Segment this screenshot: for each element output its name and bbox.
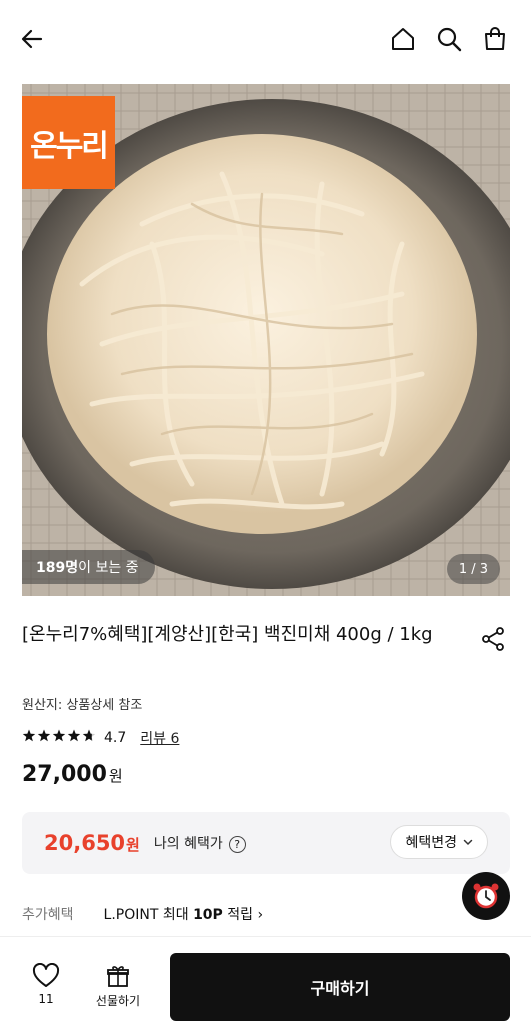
reviews-link[interactable]: 리뷰 6 — [140, 728, 179, 748]
share-icon — [482, 627, 504, 651]
cart-button[interactable] — [481, 25, 509, 53]
search-button[interactable] — [435, 25, 463, 53]
star-fill-icon — [67, 729, 81, 742]
benefit-box: 20,650원 나의 혜택가? 혜택변경 — [22, 812, 510, 874]
price-unit: 원 — [108, 767, 123, 785]
like-button[interactable]: 11 — [28, 962, 64, 1006]
viewers-badge: 189명 이 보는 중 — [22, 550, 155, 584]
heart-icon — [32, 962, 60, 987]
onnuri-logo: 온누리 — [22, 96, 115, 189]
extra-benefit-value: L.POINT 최대 10P 적립 › — [104, 904, 264, 924]
image-pager: 1 / 3 — [446, 554, 500, 584]
benefit-change-label: 혜택변경 — [405, 835, 457, 851]
chevron-right-icon: › — [257, 907, 264, 923]
star-fill-icon — [52, 729, 66, 742]
rating-row: 4.7 리뷰 6 — [22, 728, 179, 748]
benefit-change-button[interactable]: 혜택변경 — [390, 825, 488, 859]
star-fill-icon — [37, 729, 51, 742]
viewers-count: 189명 — [36, 560, 79, 576]
viewers-suffix: 이 보는 중 — [78, 560, 139, 576]
arrow-left-icon — [21, 29, 43, 49]
origin-info: 원산지: 상품상세 참조 — [22, 698, 143, 713]
product-title: [온누리7%혜택][계양산][한국] 백진미채 400g / 1kg — [22, 624, 433, 645]
home-icon — [392, 28, 414, 50]
product-image-carousel[interactable]: 온누리 189명 이 보는 중 1 / 3 — [22, 84, 510, 596]
search-icon — [437, 27, 462, 52]
buy-label: 구매하기 — [310, 979, 370, 998]
help-icon[interactable]: ? — [228, 835, 246, 853]
share-button[interactable] — [480, 626, 506, 656]
top-bar — [0, 0, 531, 78]
bottom-action-bar: 11 선물하기 구매하기 — [0, 936, 531, 1024]
gift-button[interactable]: 선물하기 — [88, 963, 148, 1009]
back-button[interactable] — [18, 25, 46, 53]
rating-value: 4.7 — [104, 730, 127, 746]
price-value: 27,000 — [22, 762, 107, 787]
gift-label: 선물하기 — [95, 994, 141, 1008]
star-icons — [22, 729, 96, 742]
lpoint-prefix: L.POINT 최대 — [103, 907, 194, 923]
gift-icon — [107, 966, 129, 987]
shopping-bag-icon — [485, 27, 505, 50]
buy-button[interactable]: 구매하기 — [170, 953, 510, 1021]
home-button[interactable] — [389, 25, 417, 53]
benefit-label-text: 나의 혜택가 — [153, 836, 223, 852]
extra-benefit-row[interactable]: 추가혜택 L.POINT 최대 10P 적립 › — [22, 904, 263, 924]
chevron-down-icon — [463, 839, 473, 846]
like-count: 11 — [38, 992, 54, 1006]
lpoint-points: 10P — [193, 907, 223, 923]
benefit-price-value: 20,650 — [44, 831, 126, 855]
extra-benefit-label: 추가혜택 — [22, 907, 74, 923]
benefit-price-unit: 원 — [126, 836, 140, 854]
star-fill-icon — [22, 729, 36, 742]
lpoint-suffix: 적립 — [222, 907, 254, 923]
alarm-clock-icon — [473, 883, 499, 909]
alarm-clock-button[interactable] — [462, 872, 510, 920]
product-price: 27,000 원 — [22, 762, 123, 787]
rating-stars — [22, 729, 98, 747]
benefit-label: 나의 혜택가? — [154, 833, 246, 853]
onnuri-logo-text: 온누리 — [30, 128, 109, 164]
benefit-price: 20,650원 — [44, 831, 140, 855]
